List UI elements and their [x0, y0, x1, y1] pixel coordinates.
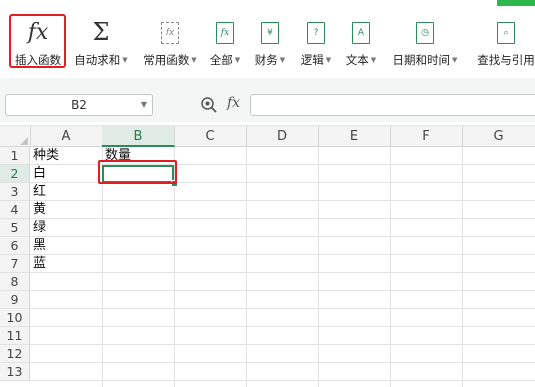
logic-book-icon: ? [307, 22, 325, 44]
chevron-down-icon: ▼ [325, 56, 332, 64]
cell-a7[interactable]: 蓝 [30, 255, 102, 273]
lookup-book-icon: ⌕ [497, 22, 515, 44]
all-functions-label: 全部 [209, 53, 233, 67]
fx-book-icon: fx [216, 22, 234, 44]
row-header-1[interactable]: 1 [0, 147, 30, 165]
formula-bar: B2 ▼ fx [0, 78, 535, 123]
grid-line [30, 254, 535, 255]
grid-line [30, 218, 535, 219]
grid-line [30, 344, 535, 345]
date-time-button[interactable]: ◷ 日期和时间 ▼ [387, 16, 463, 72]
column-header-a[interactable]: A [30, 126, 103, 147]
title-accent [497, 0, 535, 6]
text-label: 文本 [345, 53, 369, 67]
ribbon-toolbar: fx 插入函数 Σ 自动求和 ▼ fx 常用函数 ▼ fx 全部 ▼ ¥ 财务 ▼ ? … [0, 0, 535, 79]
logic-label: 逻辑 [300, 53, 324, 67]
common-function-icon: fx [161, 22, 179, 44]
cell-a4[interactable]: 黄 [30, 201, 102, 219]
text-button[interactable]: A 文本 ▼ [342, 16, 380, 72]
grid-line [30, 200, 535, 201]
lookup-reference-label: 查找与引用 [477, 53, 535, 67]
fx-icon: fx [27, 20, 49, 45]
chevron-down-icon[interactable]: ▼ [141, 95, 147, 115]
active-cell-b2[interactable] [102, 165, 174, 183]
insert-function-button[interactable]: fx 插入函数 [10, 16, 66, 72]
column-header-c[interactable]: C [174, 126, 247, 147]
common-functions-label: 常用函数 [143, 53, 190, 67]
cell-a6[interactable]: 黑 [30, 237, 102, 255]
grid-line [30, 290, 535, 291]
column-header-row: A B C D E F G [0, 125, 535, 147]
finance-button[interactable]: ¥ 财务 ▼ [251, 16, 289, 72]
grid-line [318, 147, 319, 387]
fill-handle[interactable] [171, 180, 178, 187]
grid-line [30, 362, 535, 363]
chevron-down-icon: ▼ [370, 56, 377, 64]
all-functions-button[interactable]: fx 全部 ▼ [206, 16, 244, 72]
text-book-icon: A [352, 22, 370, 44]
cell-a3[interactable]: 红 [30, 183, 102, 201]
row-header-5[interactable]: 5 [0, 219, 30, 237]
cell-a2[interactable]: 白 [30, 165, 102, 183]
insert-function-label: 插入函数 [15, 53, 61, 67]
row-header-12[interactable]: 12 [0, 345, 30, 363]
column-header-g[interactable]: G [462, 126, 535, 147]
window-top-strip [0, 0, 535, 6]
column-header-d[interactable]: D [246, 126, 319, 147]
row-header-7[interactable]: 7 [0, 255, 30, 273]
row-header-9[interactable]: 9 [0, 291, 30, 309]
select-all-corner[interactable] [0, 126, 31, 147]
spreadsheet-grid: A B C D E F G 1 2 3 4 5 6 7 8 9 10 11 12… [0, 122, 535, 387]
row-header-10[interactable]: 10 [0, 309, 30, 327]
finance-label: 财务 [254, 53, 278, 67]
name-box[interactable]: B2 ▼ [5, 94, 153, 116]
grid-line [30, 308, 535, 309]
grid-line [30, 380, 535, 381]
zoom-icon[interactable] [200, 96, 218, 114]
column-header-e[interactable]: E [318, 126, 391, 147]
logic-button[interactable]: ? 逻辑 ▼ [297, 16, 335, 72]
cell-a1[interactable]: 种类 [30, 147, 102, 165]
grid-line [102, 147, 103, 387]
chevron-down-icon: ▼ [191, 56, 197, 64]
grid-line [30, 326, 535, 327]
column-header-b[interactable]: B [102, 126, 175, 147]
name-box-value: B2 [71, 98, 87, 112]
column-header-f[interactable]: F [390, 126, 463, 147]
lookup-reference-button[interactable]: ⌕ 查找与引用 [469, 16, 535, 72]
row-header-11[interactable]: 11 [0, 327, 30, 345]
grid-line [246, 147, 247, 387]
chevron-down-icon: ▼ [279, 56, 286, 64]
date-time-label: 日期和时间 [392, 53, 451, 67]
chevron-down-icon: ▼ [452, 56, 458, 64]
formula-input[interactable] [250, 94, 535, 116]
chevron-down-icon: ▼ [122, 56, 128, 64]
finance-book-icon: ¥ [261, 22, 279, 44]
row-header-3[interactable]: 3 [0, 183, 30, 201]
row-header-13[interactable]: 13 [0, 363, 30, 381]
chevron-down-icon: ▼ [234, 56, 241, 64]
row-header-2[interactable]: 2 [0, 165, 30, 183]
row-header-8[interactable]: 8 [0, 273, 30, 291]
autosum-button[interactable]: Σ 自动求和 ▼ [70, 16, 132, 72]
row-header-4[interactable]: 4 [0, 201, 30, 219]
sigma-icon: Σ [92, 18, 110, 46]
common-functions-button[interactable]: fx 常用函数 ▼ [139, 16, 201, 72]
cell-a5[interactable]: 绿 [30, 219, 102, 237]
row-header-6[interactable]: 6 [0, 237, 30, 255]
grid-line [462, 147, 463, 387]
cell-b1[interactable]: 数量 [102, 147, 174, 165]
autosum-label: 自动求和 [74, 53, 121, 67]
grid-line [30, 272, 535, 273]
grid-line [390, 147, 391, 387]
clock-book-icon: ◷ [416, 22, 434, 44]
fx-label[interactable]: fx [227, 95, 240, 111]
grid-line [30, 236, 535, 237]
